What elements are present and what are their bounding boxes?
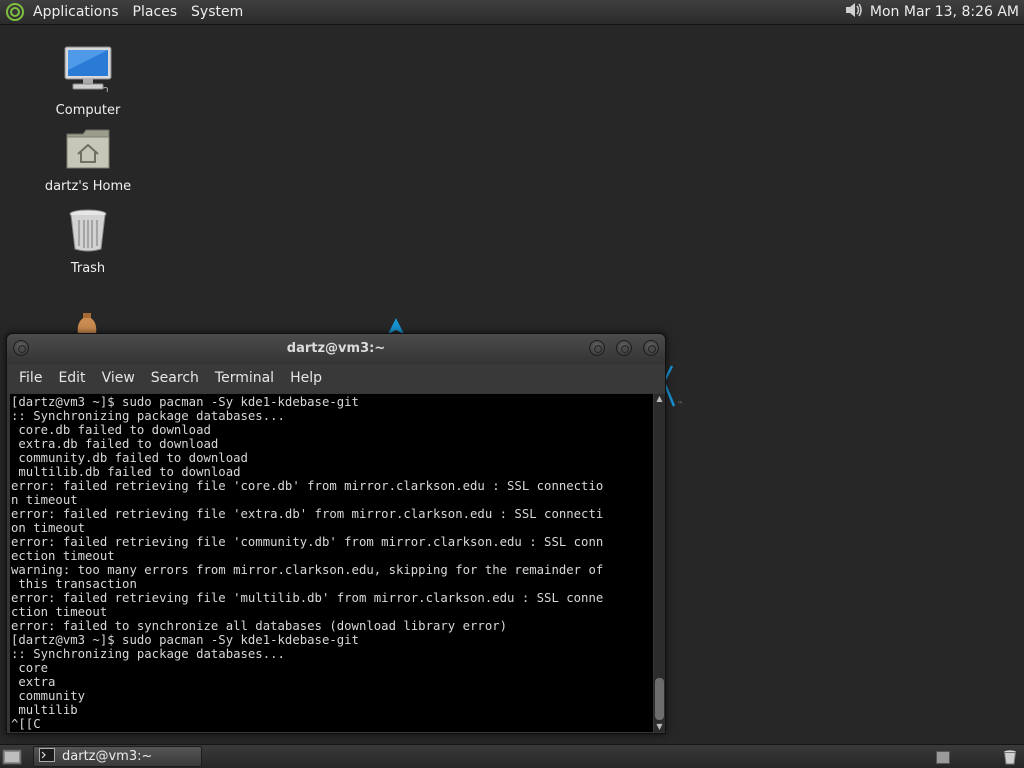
terminal-line: extra [11,675,56,689]
clock[interactable]: Mon Mar 13, 8:26 AM [870,4,1019,20]
terminal-line: ^[[C [11,717,41,731]
terminal-line: this transaction [11,577,137,591]
menu-search[interactable]: Search [143,364,207,393]
terminal-line: :: Synchronizing package databases... [11,647,285,661]
terminal-menubar: File Edit View Search Terminal Help [7,364,665,393]
terminal-line: [dartz@vm3 ~]$ sudo pacman -Sy kde1-kdeb… [11,395,359,409]
menu-file[interactable]: File [11,364,50,393]
taskbar-terminal-button[interactable]: dartz@vm3:~ [33,746,202,767]
terminal-title-bar[interactable]: dartz@vm3:~ [7,334,665,364]
terminal-line: core.db failed to download [11,423,211,437]
volume-icon[interactable] [844,1,864,23]
terminal-line: ection timeout [11,549,115,563]
taskbar-button-label: dartz@vm3:~ [62,749,153,764]
terminal-line: on timeout [11,521,86,535]
trash-icon [68,208,108,256]
top-panel: Applications Places System Mon Mar 13, 8… [0,0,1024,25]
applications-menu[interactable]: Applications [30,0,126,25]
computer-icon [63,46,113,98]
terminal-scrollbar[interactable]: ▲ ▼ [654,394,665,732]
window-title: dartz@vm3:~ [286,341,386,356]
terminal-line: community.db failed to download [11,451,248,465]
desktop-icon-computer[interactable]: Computer [38,46,138,118]
workspace-switcher[interactable] [936,751,950,764]
menu-help[interactable]: Help [282,364,330,393]
scrollbar-thumb[interactable] [655,678,664,720]
maximize-button[interactable] [616,340,632,356]
terminal-output-area[interactable]: [dartz@vm3 ~]$ sudo pacman -Sy kde1-kdeb… [10,394,653,732]
system-menu[interactable]: System [184,0,250,25]
terminal-icon [39,747,55,766]
menu-view[interactable]: View [94,364,143,393]
terminal-line: error: failed to synchronize all databas… [11,619,508,633]
terminal-line: :: Synchronizing package databases... [11,409,285,423]
scroll-up-arrow-icon[interactable]: ▲ [654,394,665,404]
close-button[interactable] [643,340,659,356]
terminal-line: warning: too many errors from mirror.cla… [11,563,604,577]
trash-applet-icon[interactable] [1002,749,1018,765]
menu-terminal[interactable]: Terminal [207,364,282,393]
scroll-down-arrow-icon[interactable]: ▼ [654,722,665,732]
terminal-line: error: failed retrieving file 'multilib.… [11,591,604,605]
terminal-window[interactable]: dartz@vm3:~ File Edit View Search Termin… [6,333,666,734]
minimize-button[interactable] [589,340,605,356]
terminal-output: [dartz@vm3 ~]$ sudo pacman -Sy kde1-kdeb… [10,394,653,731]
terminal-line: [dartz@vm3 ~]$ sudo pacman -Sy kde1-kdeb… [11,633,359,647]
svg-text:™: ™ [677,401,683,408]
desktop-icon-home[interactable]: dartz's Home [38,128,138,194]
desktop-icon-label: Computer [55,103,121,118]
bottom-panel: dartz@vm3:~ [0,744,1024,768]
show-desktop-icon[interactable] [2,747,22,767]
desktop-icon-trash[interactable]: Trash [38,208,138,276]
menu-logo-icon[interactable] [0,0,30,25]
terminal-line: n timeout [11,493,78,507]
terminal-line: extra.db failed to download [11,437,219,451]
terminal-line: error: failed retrieving file 'core.db' … [11,479,604,493]
top-right-tray: Mon Mar 13, 8:26 AM [844,1,1024,23]
places-menu[interactable]: Places [126,0,185,25]
terminal-line: community [11,689,86,703]
desktop-icon-label: dartz's Home [44,179,132,194]
terminal-line: multilib [11,703,78,717]
terminal-line: ction timeout [11,605,108,619]
terminal-line: multilib.db failed to download [11,465,241,479]
terminal-line: error: failed retrieving file 'community… [11,535,604,549]
arch-logo-fragment: ™ [662,362,688,412]
terminal-line: error: failed retrieving file 'extra.db'… [11,507,604,521]
menu-edit[interactable]: Edit [50,364,93,393]
terminal-line: core [11,661,49,675]
home-folder-icon [65,128,111,174]
desktop-icon-label: Trash [70,261,106,276]
